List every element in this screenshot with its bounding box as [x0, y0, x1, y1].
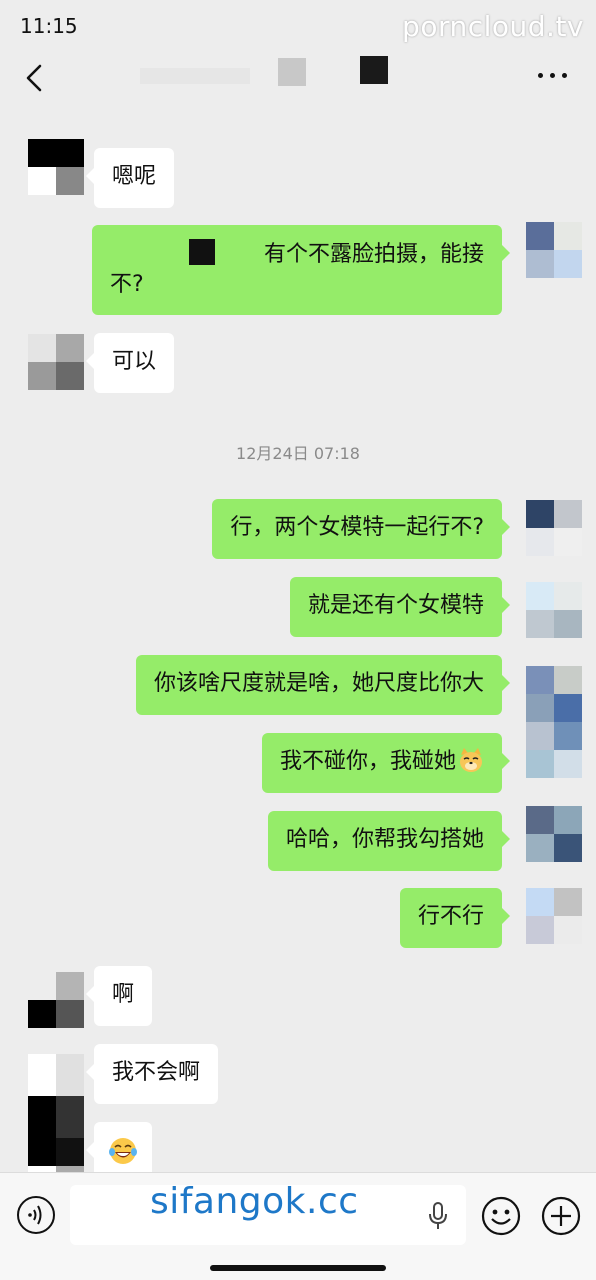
self-avatar[interactable]: [526, 666, 582, 722]
contact-avatar[interactable]: [28, 1138, 84, 1172]
message-bubble-incoming[interactable]: [86, 1122, 152, 1172]
message-input[interactable]: [70, 1185, 466, 1245]
self-avatar[interactable]: [526, 500, 582, 556]
home-indicator[interactable]: [210, 1265, 386, 1271]
message-text: 行，两个女模特一起行不?: [230, 515, 484, 540]
self-avatar[interactable]: [526, 806, 582, 862]
message-text: 你该啥尺度就是啥，她尺度比你大: [153, 671, 484, 696]
message-bubble-incoming[interactable]: 可以: [85, 333, 175, 393]
redaction-block: [188, 239, 215, 265]
message-bubble-outgoing[interactable]: 你该啥尺度就是啥，她尺度比你大: [135, 655, 511, 715]
watermark-top: porncloud.tv: [402, 10, 584, 43]
message-text: 不?: [110, 272, 144, 297]
message-text: 我不会啊: [112, 1060, 201, 1085]
self-avatar[interactable]: [526, 582, 582, 638]
message-bubble-outgoing[interactable]: 哈哈，你帮我勾搭她: [267, 811, 511, 871]
plus-icon[interactable]: [540, 1195, 582, 1237]
doge-cat-emoji-icon: [460, 748, 482, 772]
message-bubble-incoming[interactable]: 啊: [85, 966, 153, 1026]
self-avatar[interactable]: [526, 888, 582, 944]
message-timestamp: 12月24日 07:18: [236, 444, 360, 463]
message-text: 行不行: [417, 904, 484, 929]
message-text: 可以: [112, 349, 157, 374]
message-bubble-incoming[interactable]: 我不会啊: [85, 1044, 219, 1104]
self-avatar[interactable]: [526, 722, 582, 778]
message-bubble-outgoing[interactable]: 行不行: [399, 888, 511, 948]
message-text: 就是还有个女模特: [307, 593, 484, 618]
message-text: 我不碰你，我碰她: [279, 749, 456, 774]
contact-avatar[interactable]: [28, 334, 84, 390]
chevron-left-icon[interactable]: [20, 62, 50, 94]
contact-avatar[interactable]: [28, 1054, 84, 1138]
message-bubble-incoming[interactable]: 嗯呢: [85, 148, 175, 208]
nav-bar: [0, 54, 596, 104]
message-text: 哈哈，你帮我勾搭她: [285, 827, 484, 852]
contact-avatar[interactable]: [28, 139, 84, 195]
input-bar: sifangok.cc: [0, 1172, 596, 1280]
message-text: 嗯呢: [112, 164, 157, 189]
message-bubble-outgoing[interactable]: 有个不露脸拍摄，能接 不?: [92, 225, 510, 315]
laughing-tears-emoji-icon: [109, 1138, 137, 1164]
message-text: 有个不露脸拍摄，能接: [263, 242, 484, 267]
smiley-icon[interactable]: [480, 1195, 522, 1237]
chat-area[interactable]: 嗯呢 有个不露脸拍摄，能接 不? 可以 12月24日 07:18 行，两个女模特…: [0, 104, 596, 1172]
mic-icon[interactable]: [426, 1201, 450, 1231]
status-time: 11:15: [20, 14, 78, 38]
contact-name-redacted: [140, 56, 388, 86]
message-bubble-outgoing[interactable]: 就是还有个女模特: [289, 577, 511, 637]
self-avatar[interactable]: [526, 222, 582, 278]
message-text: 啊: [112, 982, 135, 1007]
contact-avatar[interactable]: [28, 972, 84, 1028]
message-bubble-outgoing[interactable]: 行，两个女模特一起行不?: [212, 499, 510, 559]
message-bubble-outgoing[interactable]: 我不碰你，我碰她: [261, 733, 511, 793]
voice-icon[interactable]: [16, 1195, 56, 1235]
more-dots-icon[interactable]: [538, 70, 568, 80]
status-bar: 11:15 porncloud.tv: [0, 0, 596, 54]
